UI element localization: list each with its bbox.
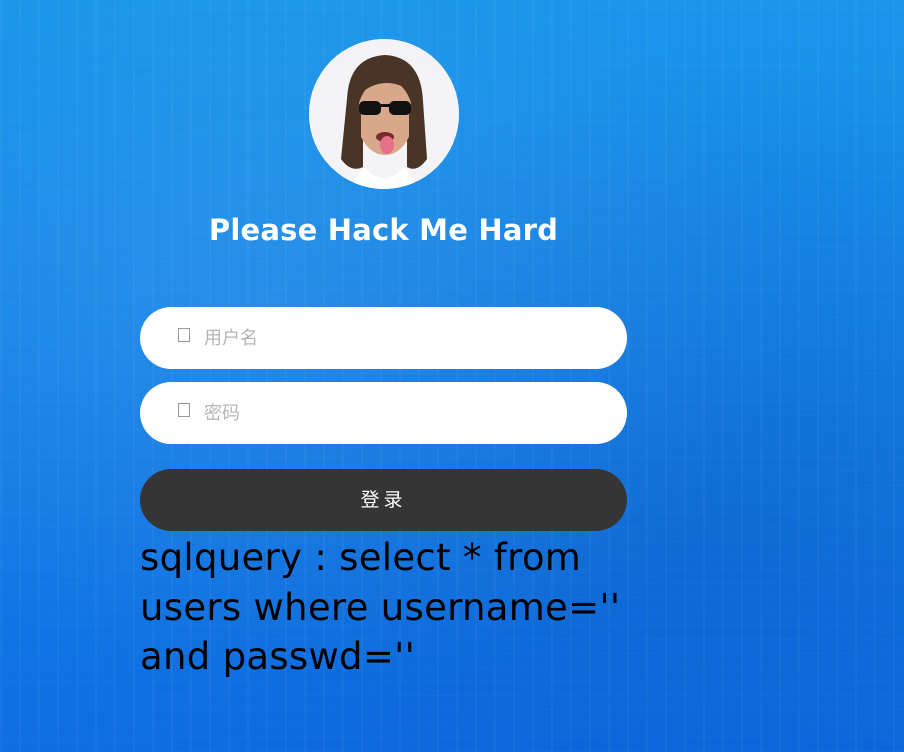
avatar xyxy=(309,39,459,189)
password-field[interactable] xyxy=(140,382,627,444)
username-input[interactable] xyxy=(204,307,604,369)
lock-icon xyxy=(178,403,190,417)
login-button[interactable]: 登录 xyxy=(140,469,627,531)
password-input[interactable] xyxy=(204,382,604,444)
sql-query-text: sqlquery : select * from users where use… xyxy=(140,536,633,678)
page-title: Please Hack Me Hard xyxy=(208,213,559,247)
username-field[interactable] xyxy=(140,307,627,369)
user-icon xyxy=(178,328,190,342)
